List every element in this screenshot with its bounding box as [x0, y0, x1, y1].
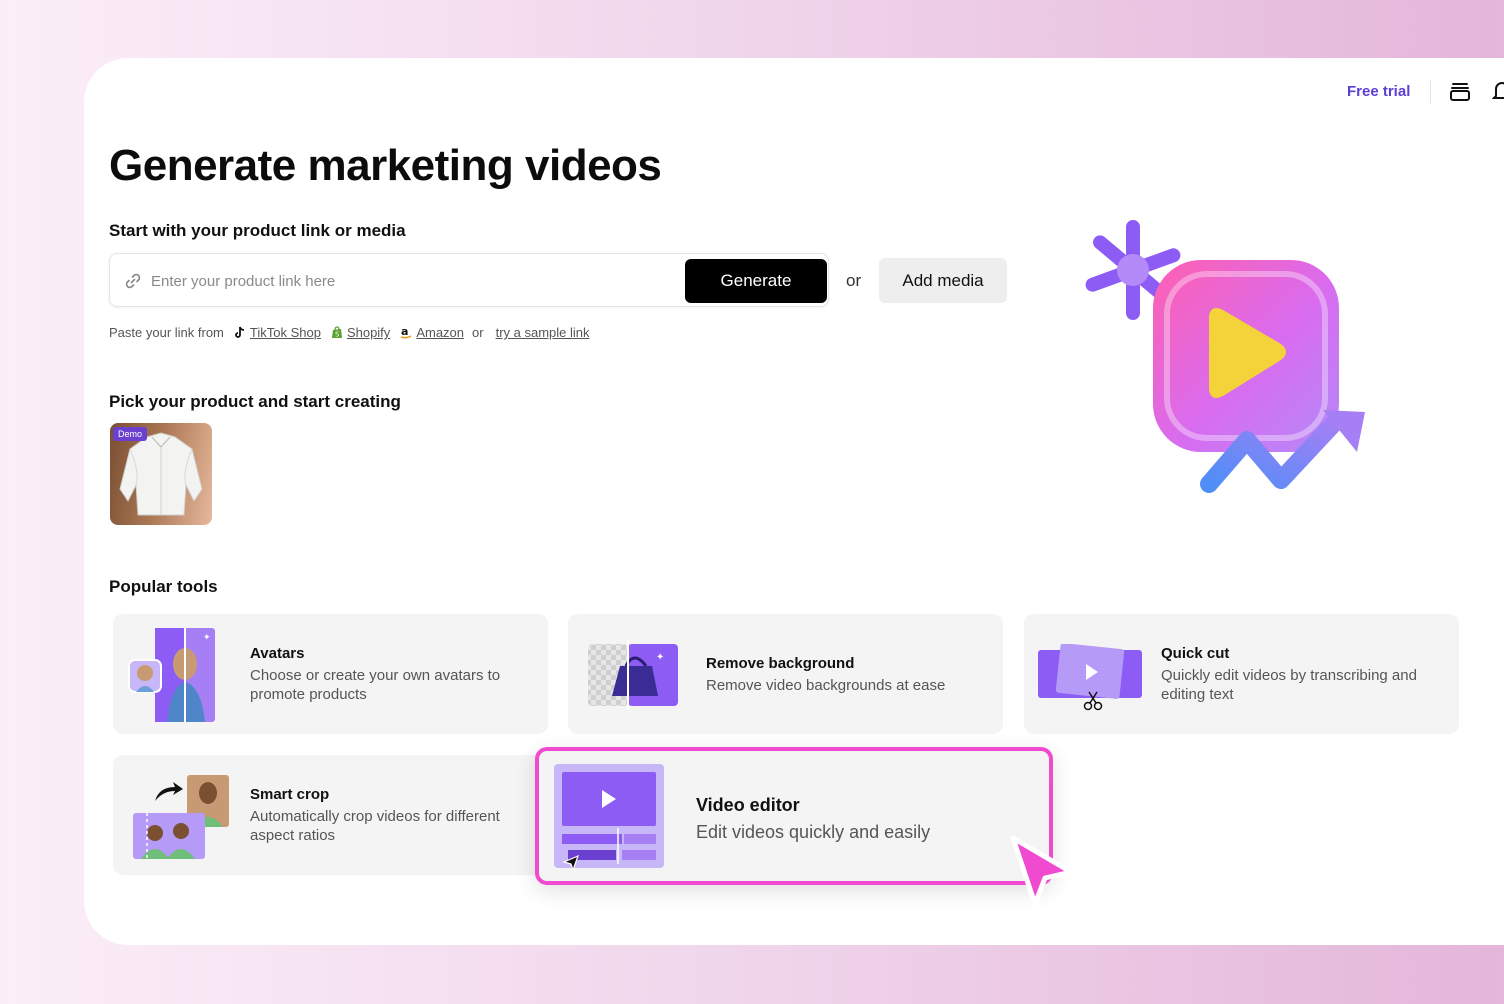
- tool-card-video-editor[interactable]: Video editor Edit videos quickly and eas…: [535, 747, 1053, 885]
- pointer-cursor-icon: [1010, 835, 1074, 907]
- play-growth-illustration: [1085, 220, 1365, 493]
- tiktok-shop-link[interactable]: TikTok Shop: [250, 325, 321, 340]
- paste-prefix: Paste your link from: [109, 325, 224, 340]
- demo-badge: Demo: [113, 427, 148, 441]
- tool-card-remove-background[interactable]: ✦ Remove background Remove video backgro…: [568, 614, 1003, 734]
- header-divider: [1430, 80, 1431, 104]
- or-small: or: [472, 325, 484, 340]
- tool-title: Avatars: [250, 645, 305, 662]
- free-trial-link[interactable]: Free trial: [1347, 83, 1410, 100]
- tool-description: Edit videos quickly and easily: [696, 822, 931, 842]
- page-title: Generate marketing videos: [109, 141, 662, 190]
- shopify-icon: S: [331, 326, 342, 339]
- video-editor-icon: [554, 764, 664, 868]
- bell-icon[interactable]: [1492, 79, 1504, 103]
- tool-card-avatars[interactable]: ✦ Avatars Choose or create your own avat…: [113, 614, 548, 734]
- remove-background-icon: ✦: [588, 640, 678, 710]
- amazon-icon: a: [401, 326, 412, 339]
- svg-text:a: a: [401, 326, 408, 338]
- quick-cut-icon: [1038, 644, 1142, 711]
- product-link-box: Generate: [109, 253, 829, 307]
- source-amazon[interactable]: a Amazon: [400, 325, 464, 340]
- tool-description: Choose or create your own avatars to pro…: [250, 667, 501, 703]
- source-shopify[interactable]: S Shopify: [331, 325, 390, 340]
- popular-tools-label: Popular tools: [109, 577, 218, 596]
- tool-title: Remove background: [706, 655, 855, 672]
- tool-card-smart-crop[interactable]: Smart crop Automatically crop videos for…: [113, 755, 548, 875]
- product-link-label: Start with your product link or media: [109, 221, 406, 240]
- paste-sources-row: Paste your link from TikTok Shop S Shopi…: [109, 325, 590, 340]
- tool-description: Automatically crop videos for different …: [250, 808, 500, 844]
- pick-product-label: Pick your product and start creating: [109, 392, 401, 411]
- tool-description: Remove video backgrounds at ease: [706, 677, 946, 694]
- tool-title: Smart crop: [250, 786, 330, 803]
- tool-title: Quick cut: [1161, 645, 1230, 662]
- smart-crop-icon: [133, 775, 229, 859]
- amazon-link[interactable]: Amazon: [416, 325, 464, 340]
- sample-link[interactable]: try a sample link: [496, 325, 590, 340]
- tiktok-icon: [235, 326, 244, 338]
- or-separator: or: [846, 271, 862, 290]
- avatars-icon: ✦: [128, 628, 215, 722]
- tool-card-quick-cut[interactable]: Quick cut Quickly edit videos by transcr…: [1024, 614, 1459, 734]
- generate-button[interactable]: Generate: [685, 259, 827, 303]
- shopify-link[interactable]: Shopify: [347, 325, 390, 340]
- svg-text:S: S: [335, 331, 340, 339]
- add-media-button[interactable]: Add media: [879, 258, 1007, 303]
- link-icon: [125, 273, 141, 289]
- svg-text:✦: ✦: [656, 652, 664, 663]
- product-link-input[interactable]: [151, 268, 671, 294]
- source-tiktok[interactable]: TikTok Shop: [234, 325, 321, 340]
- tool-title: Video editor: [696, 795, 800, 815]
- demo-product-card[interactable]: Demo: [110, 423, 212, 525]
- tool-description: Quickly edit videos by transcribing and …: [1161, 667, 1417, 703]
- stack-icon[interactable]: [1449, 80, 1471, 102]
- svg-text:✦: ✦: [203, 633, 211, 643]
